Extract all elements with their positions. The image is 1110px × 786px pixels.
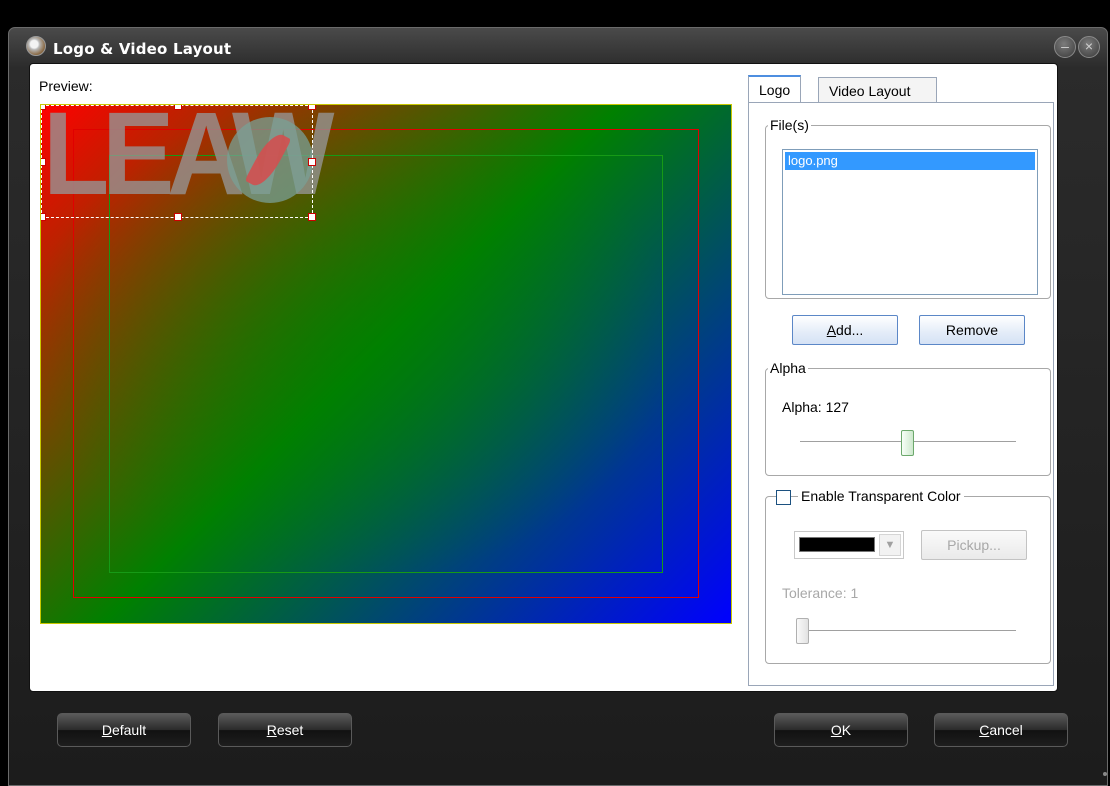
preview-canvas[interactable]: LEAW — [40, 104, 732, 624]
default-mnemonic: D — [101, 722, 112, 738]
ok-button[interactable]: OK — [774, 713, 908, 747]
resize-handle-top-left[interactable] — [41, 105, 46, 110]
alpha-slider-thumb[interactable] — [901, 430, 914, 456]
add-button-mnemonic: A — [826, 322, 837, 338]
enable-transparent-color-label[interactable]: Enable Transparent Color — [798, 488, 964, 504]
alpha-group: Alpha Alpha: 127 — [765, 360, 1051, 476]
add-button-rest: dd... — [836, 322, 864, 338]
alpha-value-label: Alpha: 127 — [782, 399, 849, 415]
resize-handle-right[interactable] — [308, 158, 316, 166]
color-swatch — [799, 537, 875, 552]
resize-handle-top[interactable] — [174, 105, 182, 110]
reset-rest: eset — [276, 722, 304, 738]
tolerance-slider-thumb[interactable] — [796, 618, 809, 644]
resize-handle-top-right[interactable] — [308, 105, 316, 110]
tolerance-label: Tolerance: 1 — [782, 585, 859, 601]
pickup-button[interactable]: Pickup... — [921, 530, 1027, 560]
minimize-button[interactable]: – — [1054, 36, 1076, 58]
files-group-label: File(s) — [768, 117, 811, 133]
resize-handle-bottom[interactable] — [174, 213, 182, 221]
files-listbox[interactable]: logo.png — [782, 149, 1038, 295]
reset-mnemonic: R — [266, 722, 277, 738]
logo-tab-panel: File(s) logo.png Add... Remove Alpha Alp… — [748, 102, 1054, 686]
ok-rest: K — [841, 722, 852, 738]
dialog-client-area: Preview: LEAW Logo Video Layout File(s) … — [29, 63, 1058, 692]
enable-transparent-color-checkbox[interactable] — [776, 490, 791, 505]
ok-mnemonic: O — [830, 722, 842, 738]
logo-selection-box[interactable] — [41, 105, 316, 221]
list-item[interactable]: logo.png — [785, 152, 1035, 170]
transparent-color-combo[interactable]: ▼ — [794, 531, 904, 559]
reset-button[interactable]: Reset — [218, 713, 352, 747]
add-button[interactable]: Add... — [792, 315, 898, 345]
window-title: Logo & Video Layout — [53, 40, 232, 58]
cancel-mnemonic: C — [979, 722, 990, 738]
tab-logo[interactable]: Logo — [748, 75, 802, 104]
resize-handle-bottom-left[interactable] — [41, 213, 46, 221]
preview-label: Preview: — [39, 78, 93, 94]
cancel-rest: ancel — [989, 722, 1023, 738]
default-rest: efault — [111, 722, 147, 738]
resize-grip-icon[interactable] — [1103, 772, 1107, 776]
close-button[interactable]: × — [1078, 36, 1100, 58]
resize-handle-bottom-right[interactable] — [308, 213, 316, 221]
resize-handle-left[interactable] — [41, 158, 46, 166]
remove-button[interactable]: Remove — [919, 315, 1025, 345]
cancel-button[interactable]: Cancel — [934, 713, 1068, 747]
files-group: File(s) logo.png — [765, 117, 1051, 299]
tolerance-slider-track[interactable] — [800, 630, 1016, 632]
app-icon — [26, 36, 46, 56]
default-button[interactable]: Default — [57, 713, 191, 747]
alpha-group-label: Alpha — [768, 360, 808, 376]
tab-video-layout[interactable]: Video Layout — [818, 77, 938, 104]
chevron-down-icon[interactable]: ▼ — [879, 534, 901, 556]
transparent-color-group: Enable Transparent Color ▼ Pickup... Tol… — [765, 488, 1051, 664]
